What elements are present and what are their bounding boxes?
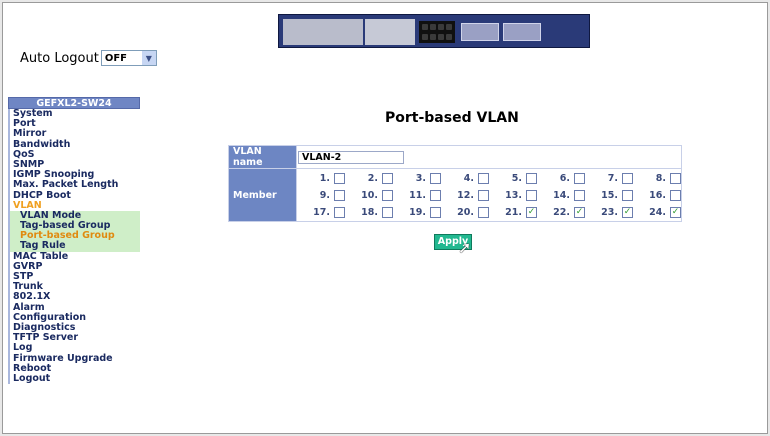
port-member-cell: 20. <box>441 205 489 219</box>
port-number-label: 15. <box>601 189 618 201</box>
port-number-label: 23. <box>601 206 618 218</box>
port-number-label: 21. <box>505 206 522 218</box>
port-member-cell: 18. <box>345 205 393 219</box>
port-number-label: 20. <box>457 206 474 218</box>
port-member-checkbox[interactable] <box>430 189 441 201</box>
port-member-cell: 1. <box>297 171 345 185</box>
port-member-checkbox[interactable] <box>670 172 681 184</box>
mouse-pointer-icon: ➚ <box>458 238 472 257</box>
port-number-label: 1. <box>319 172 330 184</box>
port-member-cell: 6. <box>537 171 585 185</box>
vlan-name-label: VLAN name <box>228 145 297 169</box>
port-member-checkbox[interactable] <box>382 172 393 184</box>
port-number-label: 16. <box>649 189 666 201</box>
port-number-label: 7. <box>607 172 618 184</box>
auto-logout-value: OFF <box>104 52 127 64</box>
port-vlan-table: VLAN name VLAN-2 Member 1. 2. 3. 4. 5. 6. 7. 8.… <box>228 145 682 222</box>
port-member-checkbox[interactable] <box>670 189 681 201</box>
port-member-checkbox[interactable] <box>526 189 537 201</box>
port-member-checkbox[interactable] <box>478 206 489 218</box>
port-member-cell: 15. <box>585 188 633 202</box>
port-member-checkbox[interactable]: ✓ <box>670 206 681 218</box>
switch-front-panel-image <box>278 14 590 48</box>
sidebar-menu: GEFXL2-SW24 System Port Mirror Bandwidth QoS… <box>8 97 140 385</box>
port-number-label: 17. <box>313 206 330 218</box>
port-number-label: 13. <box>505 189 522 201</box>
port-member-checkbox[interactable] <box>574 189 585 201</box>
port-number-label: 24. <box>649 206 666 218</box>
page-title: Port-based VLAN <box>385 110 519 126</box>
port-member-cell: 7. <box>585 171 633 185</box>
port-member-cell: 8. <box>633 171 681 185</box>
port-member-cell: 17. <box>297 205 345 219</box>
port-number-label: 5. <box>511 172 522 184</box>
port-member-cell: 12. <box>441 188 489 202</box>
port-member-cell: 11. <box>393 188 441 202</box>
port-member-checkbox[interactable] <box>382 189 393 201</box>
device-faceplate <box>283 19 363 45</box>
rj45-ports <box>419 21 455 43</box>
port-member-checkbox[interactable]: ✓ <box>622 206 633 218</box>
auto-logout-label: Auto Logout <box>20 50 99 66</box>
port-member-cell: 13. <box>489 188 537 202</box>
port-number-label: 10. <box>361 189 378 201</box>
auto-logout-select[interactable]: OFF ▼ <box>100 50 157 66</box>
port-member-cell: 3. <box>393 171 441 185</box>
sidebar-item-max-packet-length[interactable]: Max. Packet Length <box>8 180 140 191</box>
port-number-label: 14. <box>553 189 570 201</box>
port-number-label: 12. <box>457 189 474 201</box>
vlan-name-input[interactable]: VLAN-2 <box>298 150 404 164</box>
port-number-label: 11. <box>409 189 426 201</box>
auto-logout-control: Auto Logout OFF ▼ <box>20 50 157 66</box>
port-member-cell: 22. ✓ <box>537 205 585 219</box>
sfp-slot <box>461 23 499 41</box>
port-member-checkbox[interactable]: ✓ <box>574 206 585 218</box>
port-number-label: 9. <box>319 189 330 201</box>
port-member-checkbox[interactable] <box>334 189 345 201</box>
device-label-plate <box>365 19 415 45</box>
port-member-cell: 16. <box>633 188 681 202</box>
port-member-cell: 2. <box>345 171 393 185</box>
port-member-checkbox[interactable] <box>574 172 585 184</box>
member-label: Member <box>228 168 297 222</box>
member-ports-cell: 1. 2. 3. 4. 5. 6. 7. 8. 9. 10. 11. 12. 13. 14. 15. 16. 1… <box>296 168 682 222</box>
port-member-checkbox[interactable] <box>430 206 441 218</box>
port-number-label: 19. <box>409 206 426 218</box>
port-member-checkbox[interactable] <box>622 172 633 184</box>
port-member-checkbox[interactable] <box>382 206 393 218</box>
chevron-down-icon[interactable]: ▼ <box>141 51 156 65</box>
sfp-slot <box>503 23 541 41</box>
port-member-checkbox[interactable] <box>334 172 345 184</box>
port-member-cell: 10. <box>345 188 393 202</box>
vlan-name-cell: VLAN-2 <box>296 145 682 169</box>
port-member-cell: 4. <box>441 171 489 185</box>
port-checkbox-grid: 1. 2. 3. 4. 5. 6. 7. 8. 9. 10. 11. 12. 13. 14. 15. 16. 1… <box>297 171 681 219</box>
port-number-label: 6. <box>559 172 570 184</box>
sidebar-item-log[interactable]: Log <box>8 343 140 354</box>
port-member-cell: 14. <box>537 188 585 202</box>
port-member-checkbox[interactable]: ✓ <box>526 206 537 218</box>
port-member-cell: 19. <box>393 205 441 219</box>
port-member-cell: 23. ✓ <box>585 205 633 219</box>
port-member-checkbox[interactable] <box>478 189 489 201</box>
sidebar-item-logout[interactable]: Logout <box>8 373 140 385</box>
port-number-label: 8. <box>655 172 666 184</box>
port-number-label: 4. <box>463 172 474 184</box>
port-member-cell: 5. <box>489 171 537 185</box>
port-number-label: 22. <box>553 206 570 218</box>
port-member-checkbox[interactable] <box>622 189 633 201</box>
port-member-checkbox[interactable] <box>430 172 441 184</box>
port-number-label: 18. <box>361 206 378 218</box>
port-member-checkbox[interactable] <box>526 172 537 184</box>
port-member-cell: 9. <box>297 188 345 202</box>
port-member-checkbox[interactable] <box>478 172 489 184</box>
port-member-cell: 24. ✓ <box>633 205 681 219</box>
port-number-label: 2. <box>367 172 378 184</box>
port-number-label: 3. <box>415 172 426 184</box>
port-member-cell: 21. ✓ <box>489 205 537 219</box>
port-member-checkbox[interactable] <box>334 206 345 218</box>
